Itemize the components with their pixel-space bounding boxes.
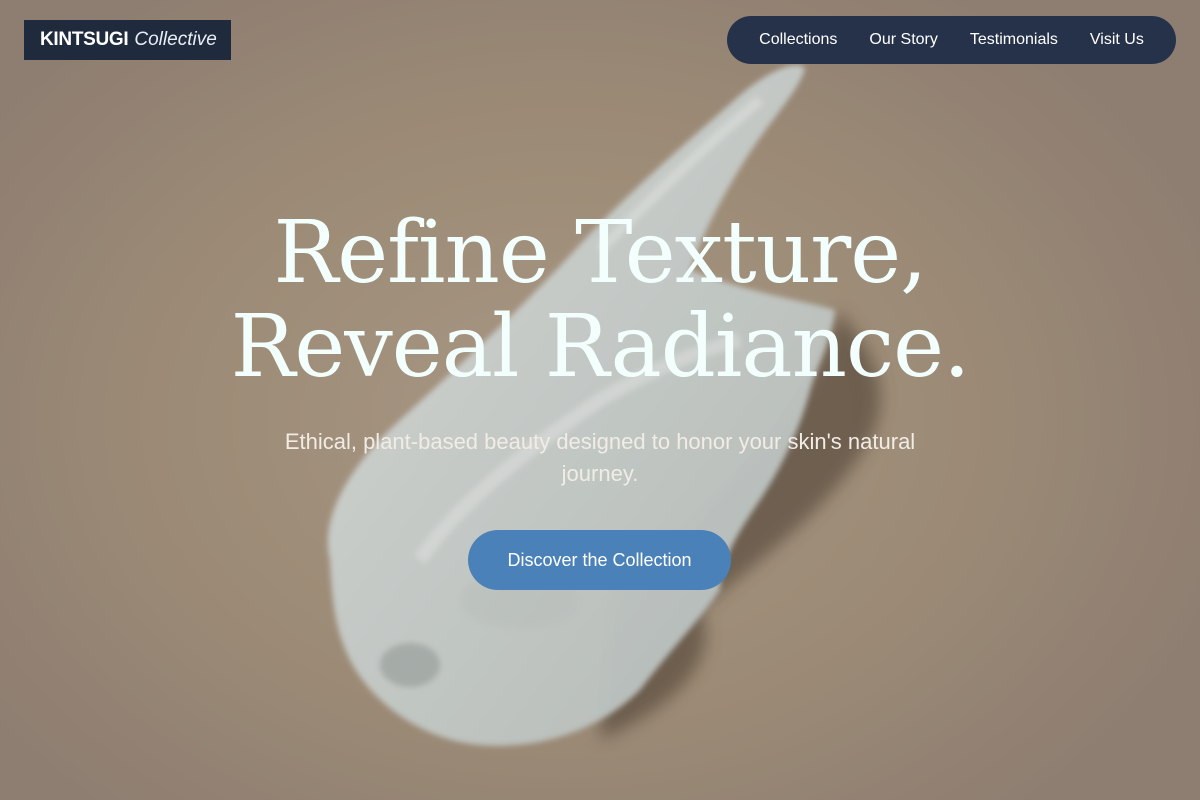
brand-logo[interactable]: KINTSUGI Collective (24, 20, 231, 60)
nav-item-our-story[interactable]: Our Story (869, 31, 937, 49)
discover-collection-button[interactable]: Discover the Collection (468, 530, 731, 590)
nav-item-visit-us[interactable]: Visit Us (1090, 31, 1144, 49)
nav-item-collections[interactable]: Collections (759, 31, 837, 49)
hero-headline: Refine Texture, Reveal Radiance. (0, 206, 1200, 394)
hero-headline-line-2: Reveal Radiance. (230, 297, 971, 397)
hero-background-image (0, 0, 1200, 800)
hero-subtitle: Ethical, plant-based beauty designed to … (284, 429, 916, 486)
brand-name-light: Collective (134, 29, 217, 50)
brand-name-bold: KINTSUGI (40, 29, 129, 50)
main-navigation: Collections Our Story Testimonials Visit… (727, 16, 1176, 64)
nav-item-testimonials[interactable]: Testimonials (970, 31, 1058, 49)
hero-headline-line-1: Refine Texture, (273, 203, 928, 303)
